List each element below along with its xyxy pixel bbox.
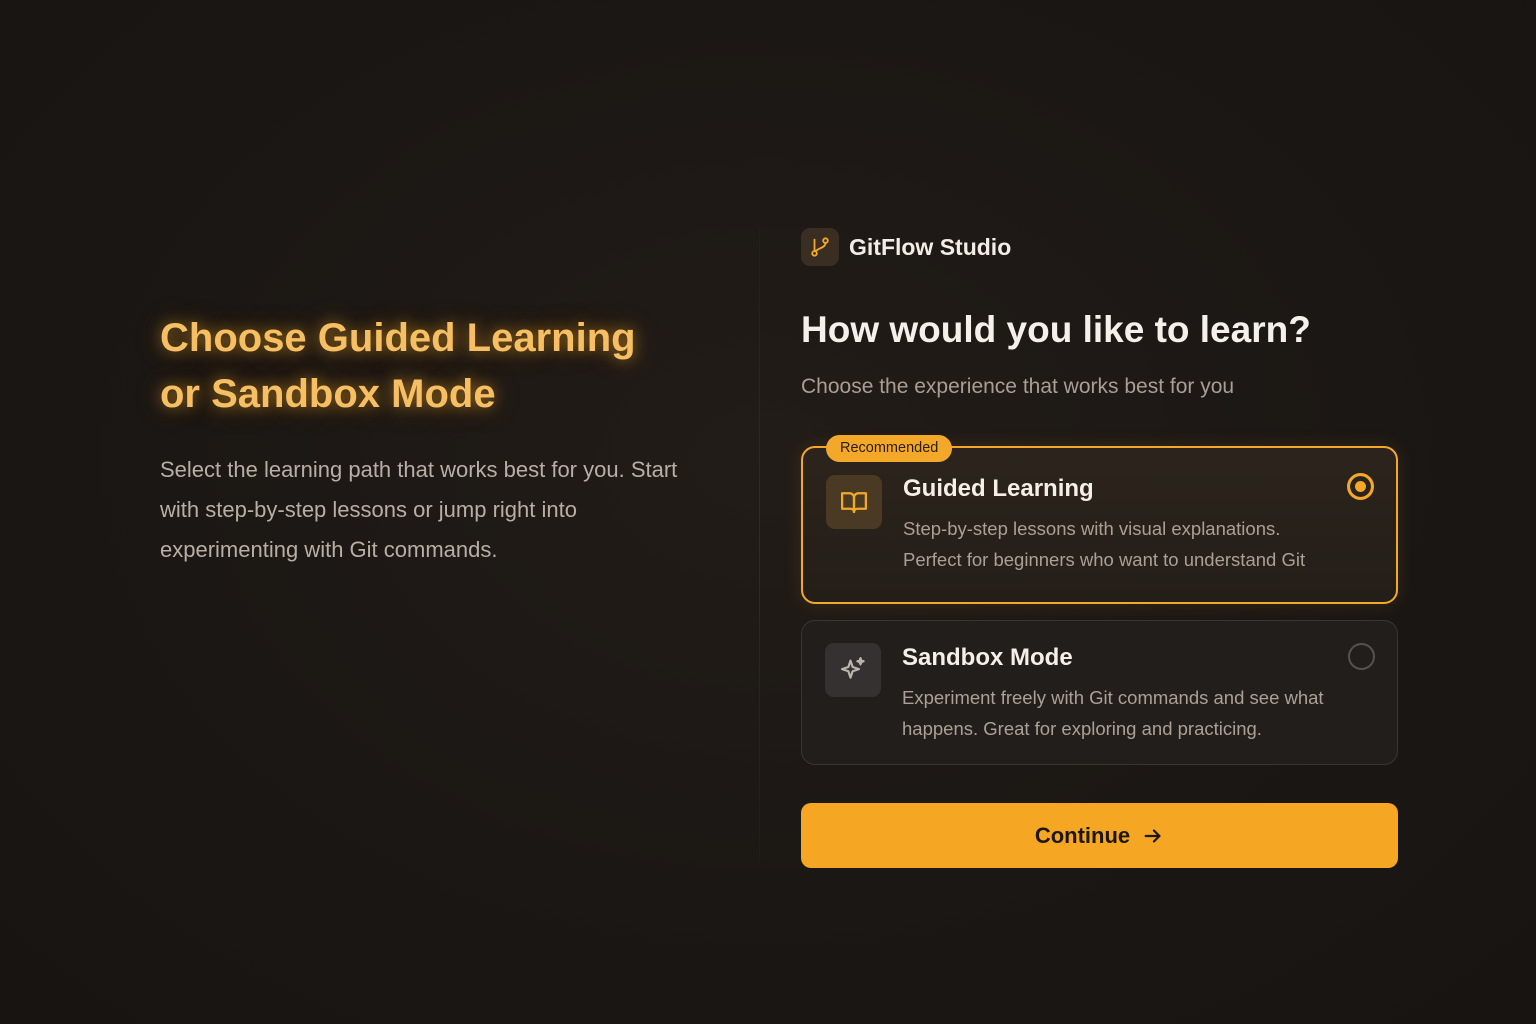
hero-description: Select the learning path that works best… [160,457,678,562]
git-branch-icon [801,228,839,266]
page-subtitle: Choose the experience that works best fo… [801,375,1235,398]
onboarding-page: Choose Guided Learning or Sandbox Mode S… [0,0,1536,1024]
option-sandbox-mode[interactable]: Sandbox Mode Experiment freely with Git … [801,620,1398,765]
option-description: Experiment freely with Git commands and … [902,682,1373,744]
hero-title-line1: Choose Guided Learning [160,316,636,360]
learning-mode-panel: GitFlow Studio How would you like to lea… [801,228,1398,868]
option-description: Step-by-step lessons with visual explana… [903,513,1372,575]
recommended-badge: Recommended [826,435,953,462]
sparkle-icon [825,643,881,697]
page-title: How would you like to learn? [801,309,1311,350]
option-description-line1: Experiment freely with Git commands and … [902,687,1324,708]
book-icon [826,475,882,529]
option-title: Guided Learning [903,475,1094,502]
continue-label: Continue [1034,822,1131,848]
option-description-line1: Step-by-step lessons with visual explana… [903,518,1281,539]
brand-name: GitFlow Studio [849,233,1012,260]
radio-guided-learning[interactable] [1347,473,1374,500]
option-title: Sandbox Mode [902,644,1073,671]
hero-title-line2: or Sandbox Mode [160,372,496,416]
arrow-right-icon [1142,825,1164,847]
option-description-line2: Perfect for beginners who want to unders… [903,549,1306,570]
vertical-divider [759,230,760,860]
radio-sandbox-mode[interactable] [1348,643,1375,670]
continue-button[interactable]: Continue [801,803,1398,868]
option-guided-learning[interactable]: Recommended Guided Learning Step-by-step… [801,435,1398,604]
option-description-line2: happens. Great for exploring and practic… [902,718,1262,739]
hero-title: Choose Guided Learning or Sandbox Mode [160,310,720,422]
hero-section: Choose Guided Learning or Sandbox Mode S… [160,310,720,570]
brand: GitFlow Studio [801,228,1398,266]
